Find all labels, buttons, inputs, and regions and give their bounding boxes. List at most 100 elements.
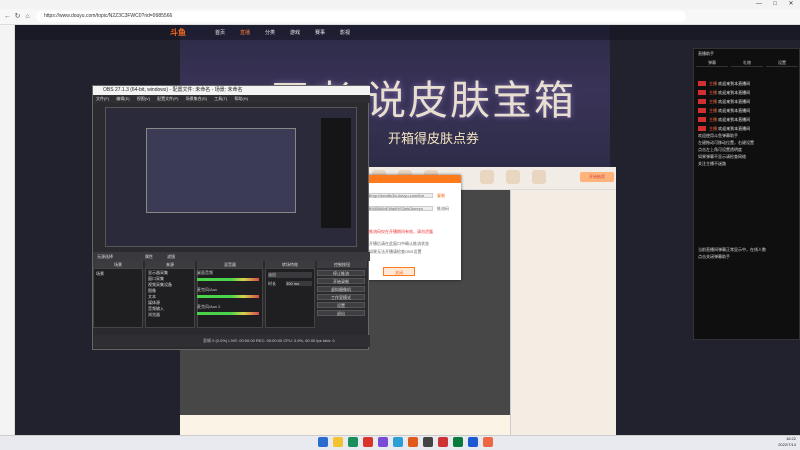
browser-address-bar: ← ↻ ⌂ https://www.douyu.com/topic/N2Z3C3… <box>0 9 800 25</box>
volume-meter <box>197 312 259 315</box>
url-field[interactable]: https://www.douyu.com/topic/N2Z3C3FWC0?r… <box>36 11 686 22</box>
virtual-camera-button[interactable]: 虚拟摄像机 <box>317 286 365 292</box>
scenes-header: 场景 <box>93 261 143 268</box>
lottery-button[interactable]: 开始抽奖 <box>580 172 614 182</box>
obs-title: OBS 27.1.3 (64-bit, windows) - 配置文件: 未命名… <box>93 86 370 95</box>
user-badge <box>698 126 706 132</box>
gift-item[interactable] <box>480 170 494 184</box>
status-text: 丢帧 0 (0.0%) LIVE: 00:00:00 REC: 00:00:00… <box>203 338 335 343</box>
obs-source-tabs: 无源选择 属性 滤镜 <box>93 252 370 261</box>
transitions-header: 转场特效 <box>265 261 315 268</box>
app-icon[interactable] <box>483 437 493 447</box>
copy-link[interactable]: 复制 <box>437 193 445 199</box>
back-icon[interactable]: ← <box>3 12 12 21</box>
warning-text: 推流码仅在开播期间有效，请勿泄露 <box>369 229 433 234</box>
transition-select[interactable]: 淡出 <box>268 272 312 278</box>
start-icon[interactable] <box>318 437 328 447</box>
browser-sidebar <box>0 25 15 435</box>
stream-key-dialog: rtmp://sendtc3a.douyu.com/live 复制 998556… <box>365 175 461 280</box>
menu-item[interactable]: 视图(V) <box>137 96 150 101</box>
nav-item[interactable]: 分类 <box>265 29 275 36</box>
note-text: 如果无法开播请检查OBS设置 <box>369 249 422 254</box>
overlay-note: 欢迎使用斗鱼弹幕助手 <box>698 133 738 138</box>
danmu-message: 主播 欢迎来到本直播间 <box>698 98 798 105</box>
danmu-message: 主播 欢迎来到本直播间 <box>698 107 798 114</box>
server-value: rtmp://sendtc3a.douyu.com/live <box>369 193 425 198</box>
maximize-button[interactable]: □ <box>768 0 782 9</box>
menu-item[interactable]: 配置文件(P) <box>157 96 178 101</box>
obs-window: OBS 27.1.3 (64-bit, windows) - 配置文件: 未命名… <box>92 85 370 350</box>
nav-item[interactable]: 赛事 <box>315 29 325 36</box>
app-icon[interactable] <box>363 437 373 447</box>
nav-item[interactable]: 游戏 <box>290 29 300 36</box>
home-icon[interactable]: ⌂ <box>23 12 32 21</box>
transitions-pane: 淡出 时长 300 ms <box>265 268 315 328</box>
mixer-channel-label: 麦克风/Aux <box>197 287 218 292</box>
bottom-gift-strip <box>180 415 510 435</box>
close-window-button[interactable]: ✕ <box>784 0 798 9</box>
user-badge <box>698 81 706 87</box>
app-icon[interactable] <box>378 437 388 447</box>
app-icon[interactable] <box>453 437 463 447</box>
nested-preview <box>146 128 296 213</box>
mixer-channel-label: 麦克风/Aux 2 <box>197 304 221 309</box>
sources-pane: 显示器采集 窗口采集 视频采集设备 图像 文本 媒体源 音频输入 浏览器 <box>145 268 195 328</box>
obs-status-bar: 丢帧 0 (0.0%) LIVE: 00:00:00 REC: 00:00:00… <box>93 335 370 347</box>
settings-button[interactable]: 设置 <box>317 302 365 308</box>
chat-panel <box>510 190 616 435</box>
file-explorer-icon[interactable] <box>333 437 343 447</box>
scene-item[interactable]: 场景 <box>96 271 104 277</box>
minimize-button[interactable]: — <box>752 0 766 9</box>
app-icon[interactable] <box>438 437 448 447</box>
obs-preview[interactable] <box>105 107 357 247</box>
exit-button[interactable]: 退出 <box>317 310 365 316</box>
app-icon[interactable] <box>468 437 478 447</box>
edge-icon[interactable] <box>348 437 358 447</box>
nav-item[interactable]: 首页 <box>215 29 225 36</box>
gift-item[interactable] <box>506 170 520 184</box>
tab-settings[interactable]: 设置 <box>766 59 798 67</box>
volume-meter <box>197 278 259 281</box>
user-badge <box>698 99 706 105</box>
menu-item[interactable]: 场景集合(S) <box>186 96 207 101</box>
app-icon[interactable] <box>408 437 418 447</box>
duration-label: 时长 <box>268 281 276 286</box>
close-dialog-button[interactable]: 关闭 <box>383 267 415 276</box>
nav-item[interactable]: 直播 <box>240 29 250 36</box>
menu-item[interactable]: 编辑(E) <box>116 96 129 101</box>
tab-filters[interactable]: 滤镜 <box>167 254 175 260</box>
obs-icon[interactable] <box>423 437 433 447</box>
source-item[interactable]: 浏览器 <box>148 312 160 318</box>
volume-meter <box>197 295 259 298</box>
system-clock[interactable]: 16:22 2022/7/14 <box>760 436 796 449</box>
tab-gifts[interactable]: 礼物 <box>731 59 763 67</box>
app-icon[interactable] <box>393 437 403 447</box>
obs-menu-bar: 文件(F) 编辑(E) 视图(V) 配置文件(P) 场景集合(S) 工具(T) … <box>93 95 370 103</box>
start-recording-button[interactable]: 开始录制 <box>317 278 365 284</box>
overlay-footer[interactable]: 点击关闭弹幕助手 <box>698 254 730 260</box>
nav-item[interactable]: 影视 <box>340 29 350 36</box>
nested-overlay <box>321 118 351 228</box>
danmu-message: 主播 欢迎来到本直播间 <box>698 125 798 132</box>
overlay-note: 关注主播不迷路 <box>698 161 726 166</box>
site-logo[interactable]: 斗鱼 <box>170 27 200 38</box>
stop-stream-button[interactable]: 停止推流 <box>317 270 365 276</box>
menu-item[interactable]: 工具(T) <box>214 96 227 101</box>
tab-danmu[interactable]: 弹幕 <box>696 59 728 67</box>
duration-input[interactable]: 300 ms <box>286 281 312 286</box>
user-badge <box>698 117 706 123</box>
refresh-icon[interactable]: ↻ <box>13 12 22 21</box>
controls-header: 控制按钮 <box>317 261 367 268</box>
gift-item[interactable] <box>532 170 546 184</box>
overlay-footer: 当前直播间弹幕正常显示中，在线人数 <box>698 247 766 252</box>
note-text: 开播后请在此窗口中确认推流状态 <box>369 241 429 246</box>
tab-no-source[interactable]: 无源选择 <box>97 254 113 260</box>
danmu-message: 主播 欢迎来到本直播间 <box>698 89 798 96</box>
studio-mode-button[interactable]: 工作室模式 <box>317 294 365 300</box>
menu-item[interactable]: 文件(F) <box>96 96 109 101</box>
tab-properties[interactable]: 属性 <box>145 254 153 260</box>
mixer-header: 混音器 <box>197 261 263 268</box>
menu-item[interactable]: 帮助(H) <box>234 96 248 101</box>
overlay-note: 如果弹幕不显示请检查网络 <box>698 154 746 159</box>
overlay-note: 点击左上角可设置透明度 <box>698 147 742 152</box>
